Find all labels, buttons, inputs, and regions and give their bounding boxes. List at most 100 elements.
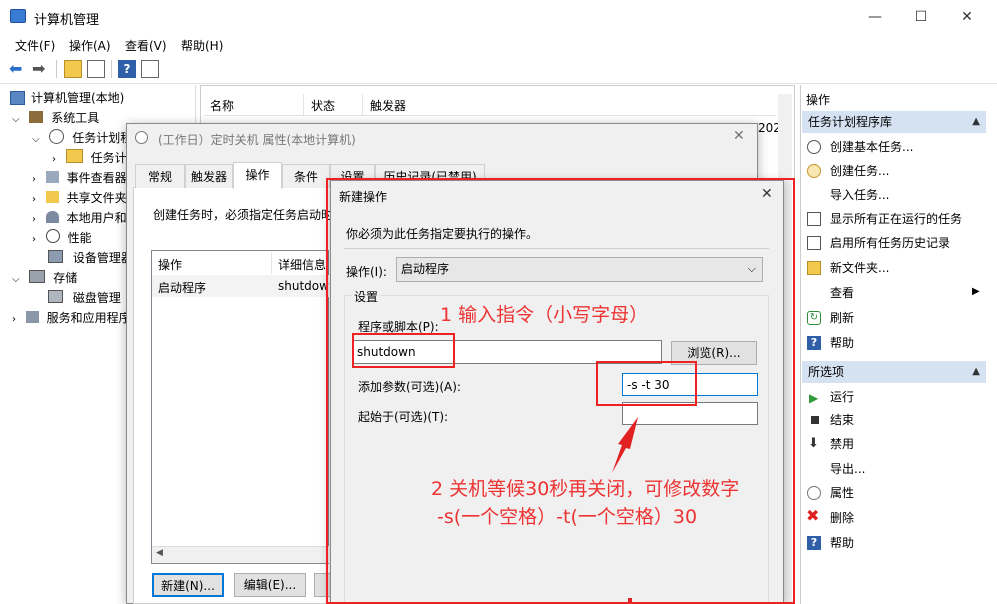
expand-chevron-icon[interactable]: › — [12, 314, 16, 325]
collapse-chevron-icon[interactable]: ⌵ — [12, 114, 20, 125]
action-create-basic-task[interactable]: 创建基本任务... — [830, 136, 913, 158]
tree-disk-management[interactable]: 磁盘管理 — [48, 288, 121, 308]
tab-conditions[interactable]: 条件 — [282, 164, 330, 188]
history-icon — [807, 236, 821, 250]
tree-device-manager-label: 设备管理器 — [72, 251, 133, 265]
edit-action-button[interactable]: 编辑(E)... — [234, 573, 306, 597]
expand-chevron-icon[interactable]: › — [32, 194, 36, 205]
action-enable-history[interactable]: 启用所有任务历史记录 — [830, 232, 950, 254]
tree-storage[interactable]: ⌵ 存储 — [12, 268, 77, 288]
annotation-note-1: 1 输入指令（小写字母） — [440, 304, 649, 326]
horizontal-scrollbar[interactable] — [152, 546, 329, 563]
action-delete[interactable]: 删除 — [830, 507, 854, 529]
column-header-status[interactable]: 状态 — [311, 97, 335, 114]
tree-task-scheduler-label: 任务计划程 — [72, 131, 133, 145]
menu-action[interactable]: 操作(A) — [69, 37, 111, 54]
actions-section-library[interactable]: 任务计划程序库 ▲ — [802, 111, 986, 133]
new-action-button[interactable]: 新建(N)... — [152, 573, 224, 597]
scroll-left-icon[interactable]: ◀ — [156, 548, 163, 558]
action-view[interactable]: 查看 — [830, 282, 854, 304]
actions-table-header-action[interactable]: 操作 — [158, 256, 182, 273]
props-dialog-title: (工作日）定时关机 属性(本地计算机) — [158, 133, 356, 147]
annotation-note-2-line-2: -s(一个空格）-t(一个空格）30 — [437, 506, 698, 528]
action-show-running-tasks[interactable]: 显示所有正在运行的任务 — [830, 208, 962, 230]
action-properties[interactable]: 属性 — [830, 482, 854, 504]
tree-disk-management-label: 磁盘管理 — [72, 291, 121, 305]
tree-performance-label: 性能 — [67, 231, 92, 245]
expand-chevron-icon[interactable]: › — [32, 214, 36, 225]
action-help[interactable]: 帮助 — [830, 332, 854, 354]
close-button[interactable]: ✕ — [944, 0, 990, 34]
maximize-button[interactable]: ☐ — [898, 0, 944, 34]
tree-task-scheduler-library[interactable]: › 任务计 — [52, 148, 127, 168]
tree-device-manager[interactable]: 设备管理器 — [48, 248, 133, 268]
column-header-triggers[interactable]: 触发器 — [370, 97, 406, 114]
show-hide-tree-icon[interactable] — [87, 60, 105, 78]
column-divider — [303, 94, 304, 116]
create-task-icon — [807, 164, 821, 178]
expand-chevron-icon[interactable]: › — [52, 154, 56, 165]
tab-triggers[interactable]: 触发器 — [185, 164, 233, 188]
column-divider — [362, 94, 363, 116]
performance-icon — [45, 229, 60, 243]
help-icon[interactable]: ? — [118, 60, 136, 78]
help-icon: ? — [807, 336, 821, 350]
menu-help[interactable]: 帮助(H) — [181, 37, 223, 54]
properties-clock-icon — [807, 486, 821, 500]
action-end[interactable]: 结束 — [830, 409, 854, 431]
column-header-name[interactable]: 名称 — [210, 97, 234, 114]
minimize-button[interactable]: — — [852, 0, 898, 34]
tree-task-scheduler[interactable]: ⌵ 任务计划程 — [32, 128, 132, 148]
disable-icon: ⬇ — [808, 436, 819, 451]
refresh-icon: ↻ — [807, 311, 821, 325]
props-close-icon[interactable]: ✕ — [733, 128, 745, 144]
event-viewer-icon — [45, 171, 59, 183]
tab-general[interactable]: 常规 — [135, 164, 185, 188]
action-disable[interactable]: 禁用 — [830, 433, 854, 455]
actions-table-header-details[interactable]: 详细信息 — [278, 256, 326, 273]
expand-chevron-icon[interactable]: › — [32, 174, 36, 185]
tree-local-users[interactable]: › 本地用户和 — [32, 208, 127, 228]
submenu-arrow-icon[interactable]: ▶ — [972, 286, 980, 297]
collapse-triangle-icon[interactable]: ▲ — [972, 361, 980, 383]
window-title: 计算机管理 — [34, 13, 100, 28]
tree-root[interactable]: 计算机管理(本地) — [8, 88, 124, 108]
action-export[interactable]: 导出... — [830, 458, 865, 480]
action-run[interactable]: 运行 — [830, 386, 854, 408]
disk-icon — [48, 290, 63, 303]
services-icon — [25, 311, 39, 323]
collapse-triangle-icon[interactable]: ▲ — [972, 111, 980, 133]
tree-system-tools[interactable]: ⌵ 系统工具 — [12, 108, 99, 128]
actions-section-selected[interactable]: 所选项 ▲ — [802, 361, 986, 383]
annotation-note-2-line-1: 2 关机等候30秒再关闭，可修改数字 — [431, 478, 740, 500]
tree-performance[interactable]: › 性能 — [32, 228, 92, 248]
actions-section-library-label: 任务计划程序库 — [808, 115, 893, 129]
forward-arrow-icon[interactable]: ➡ — [32, 60, 50, 78]
properties-icon[interactable] — [141, 60, 159, 78]
tab-actions[interactable]: 操作 — [233, 162, 282, 189]
tree-event-viewer[interactable]: › 事件查看器 — [32, 168, 127, 188]
create-basic-task-icon — [807, 140, 821, 154]
tree-local-users-label: 本地用户和 — [66, 211, 127, 225]
action-refresh[interactable]: 刷新 — [830, 307, 854, 329]
collapse-chevron-icon[interactable]: ⌵ — [32, 134, 40, 145]
action-help-selected[interactable]: 帮助 — [830, 532, 854, 554]
props-description: 创建任务时，必须指定任务启动时 — [153, 208, 334, 222]
up-folder-icon[interactable] — [64, 60, 82, 78]
collapse-chevron-icon[interactable]: ⌵ — [12, 274, 20, 285]
tree-services-apps[interactable]: › 服务和应用程序 — [12, 308, 131, 328]
action-import-task[interactable]: 导入任务... — [830, 184, 889, 206]
menu-view[interactable]: 查看(V) — [125, 37, 167, 54]
action-new-folder[interactable]: 新文件夹... — [830, 257, 889, 279]
running-tasks-icon — [807, 212, 821, 226]
menu-file[interactable]: 文件(F) — [15, 37, 55, 54]
annotation-arrow — [612, 417, 638, 473]
users-icon — [45, 211, 59, 223]
action-create-task[interactable]: 创建任务... — [830, 160, 889, 182]
tree-shared-folders[interactable]: › 共享文件夹 — [32, 188, 127, 208]
expand-chevron-icon[interactable]: › — [32, 234, 36, 245]
clock-icon — [49, 129, 65, 144]
folder-clock-icon — [65, 149, 83, 163]
computer-icon — [10, 91, 25, 105]
back-arrow-icon[interactable]: ⬅ — [9, 60, 27, 78]
